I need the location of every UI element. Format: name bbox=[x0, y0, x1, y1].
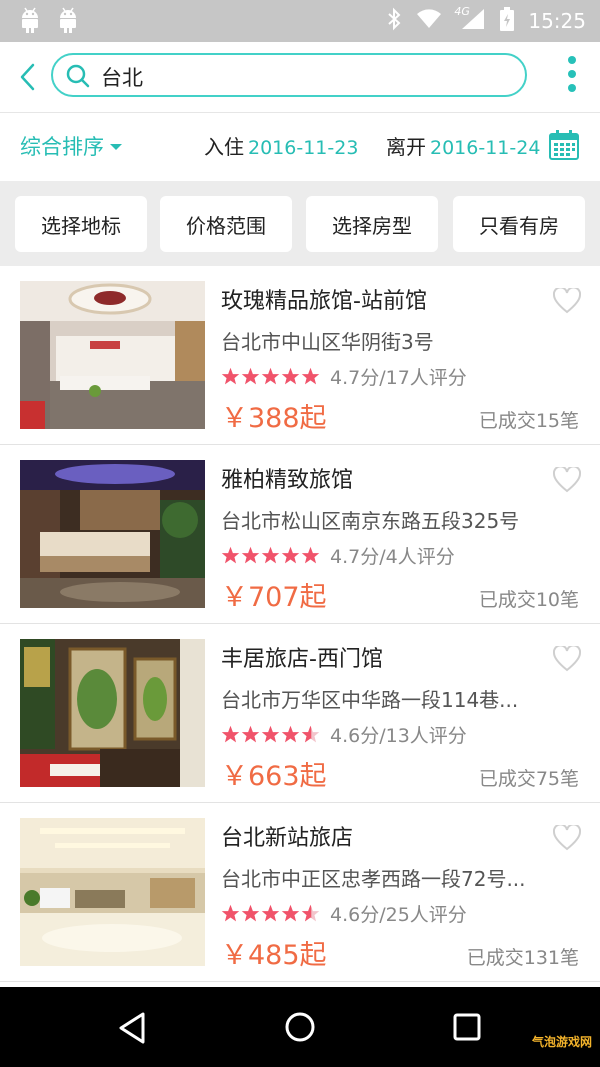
bluetooth-icon bbox=[386, 7, 402, 35]
hotel-list-item[interactable]: 丰居旅店-西门馆 台北市万华区中华路一段114巷... 4.6分/13人评分 ￥… bbox=[0, 624, 600, 803]
caret-down-icon bbox=[110, 143, 122, 150]
hotel-address: 台北市中山区华阴街3号 bbox=[221, 330, 434, 354]
hotel-name: 雅柏精致旅馆 bbox=[221, 468, 354, 493]
filter-bar: 选择地标 价格范围 选择房型 只看有房 bbox=[0, 181, 600, 266]
star-full-icon bbox=[281, 904, 300, 921]
star-full-icon bbox=[221, 725, 240, 742]
signal-icon: 4G bbox=[454, 5, 486, 35]
sort-label: 综合排序 bbox=[20, 135, 104, 159]
top-app-bar: 台北 bbox=[0, 42, 600, 113]
hotel-list-item[interactable]: 玫瑰精品旅馆-站前馆 台北市中山区华阴街3号 4.7分/17人评分 ￥388起 … bbox=[0, 266, 600, 445]
nav-recents-icon[interactable] bbox=[453, 1013, 481, 1041]
star-full-icon bbox=[221, 904, 240, 921]
star-full-icon bbox=[261, 904, 280, 921]
sort-date-bar: 综合排序 入住 2016-11-23 离开 2016-11-24 bbox=[0, 113, 600, 181]
hotel-price: ￥485起 bbox=[221, 940, 327, 971]
filter-landmark-button[interactable]: 选择地标 bbox=[15, 196, 147, 252]
hotel-price: ￥388起 bbox=[221, 403, 327, 434]
star-rating bbox=[221, 725, 320, 744]
nav-back-icon[interactable] bbox=[117, 1011, 149, 1045]
star-half-icon bbox=[301, 725, 320, 742]
star-full-icon bbox=[221, 546, 240, 563]
hotel-address: 台北市万华区中华路一段114巷... bbox=[221, 688, 519, 712]
hotel-sold-count: 已成交10笔 bbox=[478, 589, 579, 611]
rating-text: 4.6分/25人评分 bbox=[330, 903, 467, 926]
star-full-icon bbox=[241, 546, 260, 563]
back-button[interactable] bbox=[14, 60, 42, 94]
star-full-icon bbox=[261, 367, 280, 384]
star-full-icon bbox=[241, 725, 260, 742]
checkout-label: 离开 bbox=[386, 135, 426, 159]
calendar-icon[interactable] bbox=[548, 129, 580, 161]
star-full-icon bbox=[221, 367, 240, 384]
star-full-icon bbox=[281, 725, 300, 742]
star-full-icon bbox=[281, 546, 300, 563]
hotel-rating: 4.6分/25人评分 bbox=[221, 901, 467, 926]
hotel-price: ￥707起 bbox=[221, 582, 327, 613]
filter-room-type-button[interactable]: 选择房型 bbox=[306, 196, 438, 252]
checkin-date[interactable]: 入住 2016-11-23 bbox=[204, 131, 358, 160]
favorite-heart-icon[interactable] bbox=[552, 644, 582, 672]
favorite-heart-icon[interactable] bbox=[552, 286, 582, 314]
search-input[interactable]: 台北 bbox=[51, 53, 527, 97]
favorite-heart-icon[interactable] bbox=[552, 465, 582, 493]
search-query: 台北 bbox=[101, 66, 143, 90]
rating-text: 4.6分/13人评分 bbox=[330, 724, 467, 747]
star-full-icon bbox=[301, 546, 320, 563]
hotel-list-item[interactable]: 台北新站旅店 台北市中正区忠孝西路一段72号... 4.6分/25人评分 ￥48… bbox=[0, 803, 600, 982]
hotel-photo bbox=[20, 460, 205, 608]
network-type-label: 4G bbox=[454, 5, 470, 18]
hotel-photo bbox=[20, 281, 205, 429]
chevron-left-icon bbox=[20, 63, 35, 91]
star-full-icon bbox=[261, 725, 280, 742]
hotel-name: 丰居旅店-西门馆 bbox=[221, 647, 383, 672]
system-navigation-bar: 气泡游戏网 bbox=[0, 987, 600, 1067]
star-rating bbox=[221, 546, 320, 565]
checkout-date[interactable]: 离开 2016-11-24 bbox=[386, 131, 540, 160]
star-full-icon bbox=[261, 546, 280, 563]
status-time: 15:25 bbox=[528, 9, 586, 33]
star-rating bbox=[221, 367, 320, 386]
checkin-date-value: 2016-11-23 bbox=[248, 137, 359, 159]
hotel-sold-count: 已成交75笔 bbox=[478, 768, 579, 790]
hotel-photo bbox=[20, 818, 205, 966]
checkout-date-value: 2016-11-24 bbox=[430, 137, 541, 159]
hotel-name: 台北新站旅店 bbox=[221, 826, 354, 851]
android-notification-icon bbox=[56, 6, 80, 34]
filter-available-button[interactable]: 只看有房 bbox=[453, 196, 585, 252]
hotel-name: 玫瑰精品旅馆-站前馆 bbox=[221, 289, 427, 314]
hotel-rating: 4.7分/4人评分 bbox=[221, 543, 455, 568]
star-full-icon bbox=[281, 367, 300, 384]
more-options-icon[interactable] bbox=[564, 56, 580, 96]
rating-text: 4.7分/4人评分 bbox=[330, 545, 455, 568]
android-notification-icon bbox=[18, 6, 42, 34]
status-bar: 4G 15:25 bbox=[0, 0, 600, 42]
search-icon bbox=[65, 63, 91, 89]
hotel-address: 台北市中正区忠孝西路一段72号... bbox=[221, 867, 526, 891]
nav-home-icon[interactable] bbox=[284, 1011, 316, 1043]
hotel-photo bbox=[20, 639, 205, 787]
hotel-sold-count: 已成交131笔 bbox=[466, 947, 579, 969]
favorite-heart-icon[interactable] bbox=[552, 823, 582, 851]
hotel-list: 玫瑰精品旅馆-站前馆 台北市中山区华阴街3号 4.7分/17人评分 ￥388起 … bbox=[0, 266, 600, 982]
star-rating bbox=[221, 904, 320, 923]
hotel-rating: 4.7分/17人评分 bbox=[221, 364, 467, 389]
watermark-logo: 气泡游戏网 bbox=[531, 1035, 592, 1049]
star-half-icon bbox=[301, 904, 320, 921]
star-full-icon bbox=[241, 367, 260, 384]
filter-price-button[interactable]: 价格范围 bbox=[160, 196, 292, 252]
hotel-address: 台北市松山区南京东路五段325号 bbox=[221, 509, 520, 533]
hotel-rating: 4.6分/13人评分 bbox=[221, 722, 467, 747]
wifi-icon bbox=[416, 9, 442, 33]
battery-icon bbox=[500, 7, 515, 35]
sort-dropdown[interactable]: 综合排序 bbox=[20, 131, 122, 161]
hotel-sold-count: 已成交15笔 bbox=[478, 410, 579, 432]
star-full-icon bbox=[241, 904, 260, 921]
hotel-price: ￥663起 bbox=[221, 761, 327, 792]
rating-text: 4.7分/17人评分 bbox=[330, 366, 467, 389]
checkin-label: 入住 bbox=[204, 135, 244, 159]
hotel-list-item[interactable]: 雅柏精致旅馆 台北市松山区南京东路五段325号 4.7分/4人评分 ￥707起 … bbox=[0, 445, 600, 624]
star-full-icon bbox=[301, 367, 320, 384]
